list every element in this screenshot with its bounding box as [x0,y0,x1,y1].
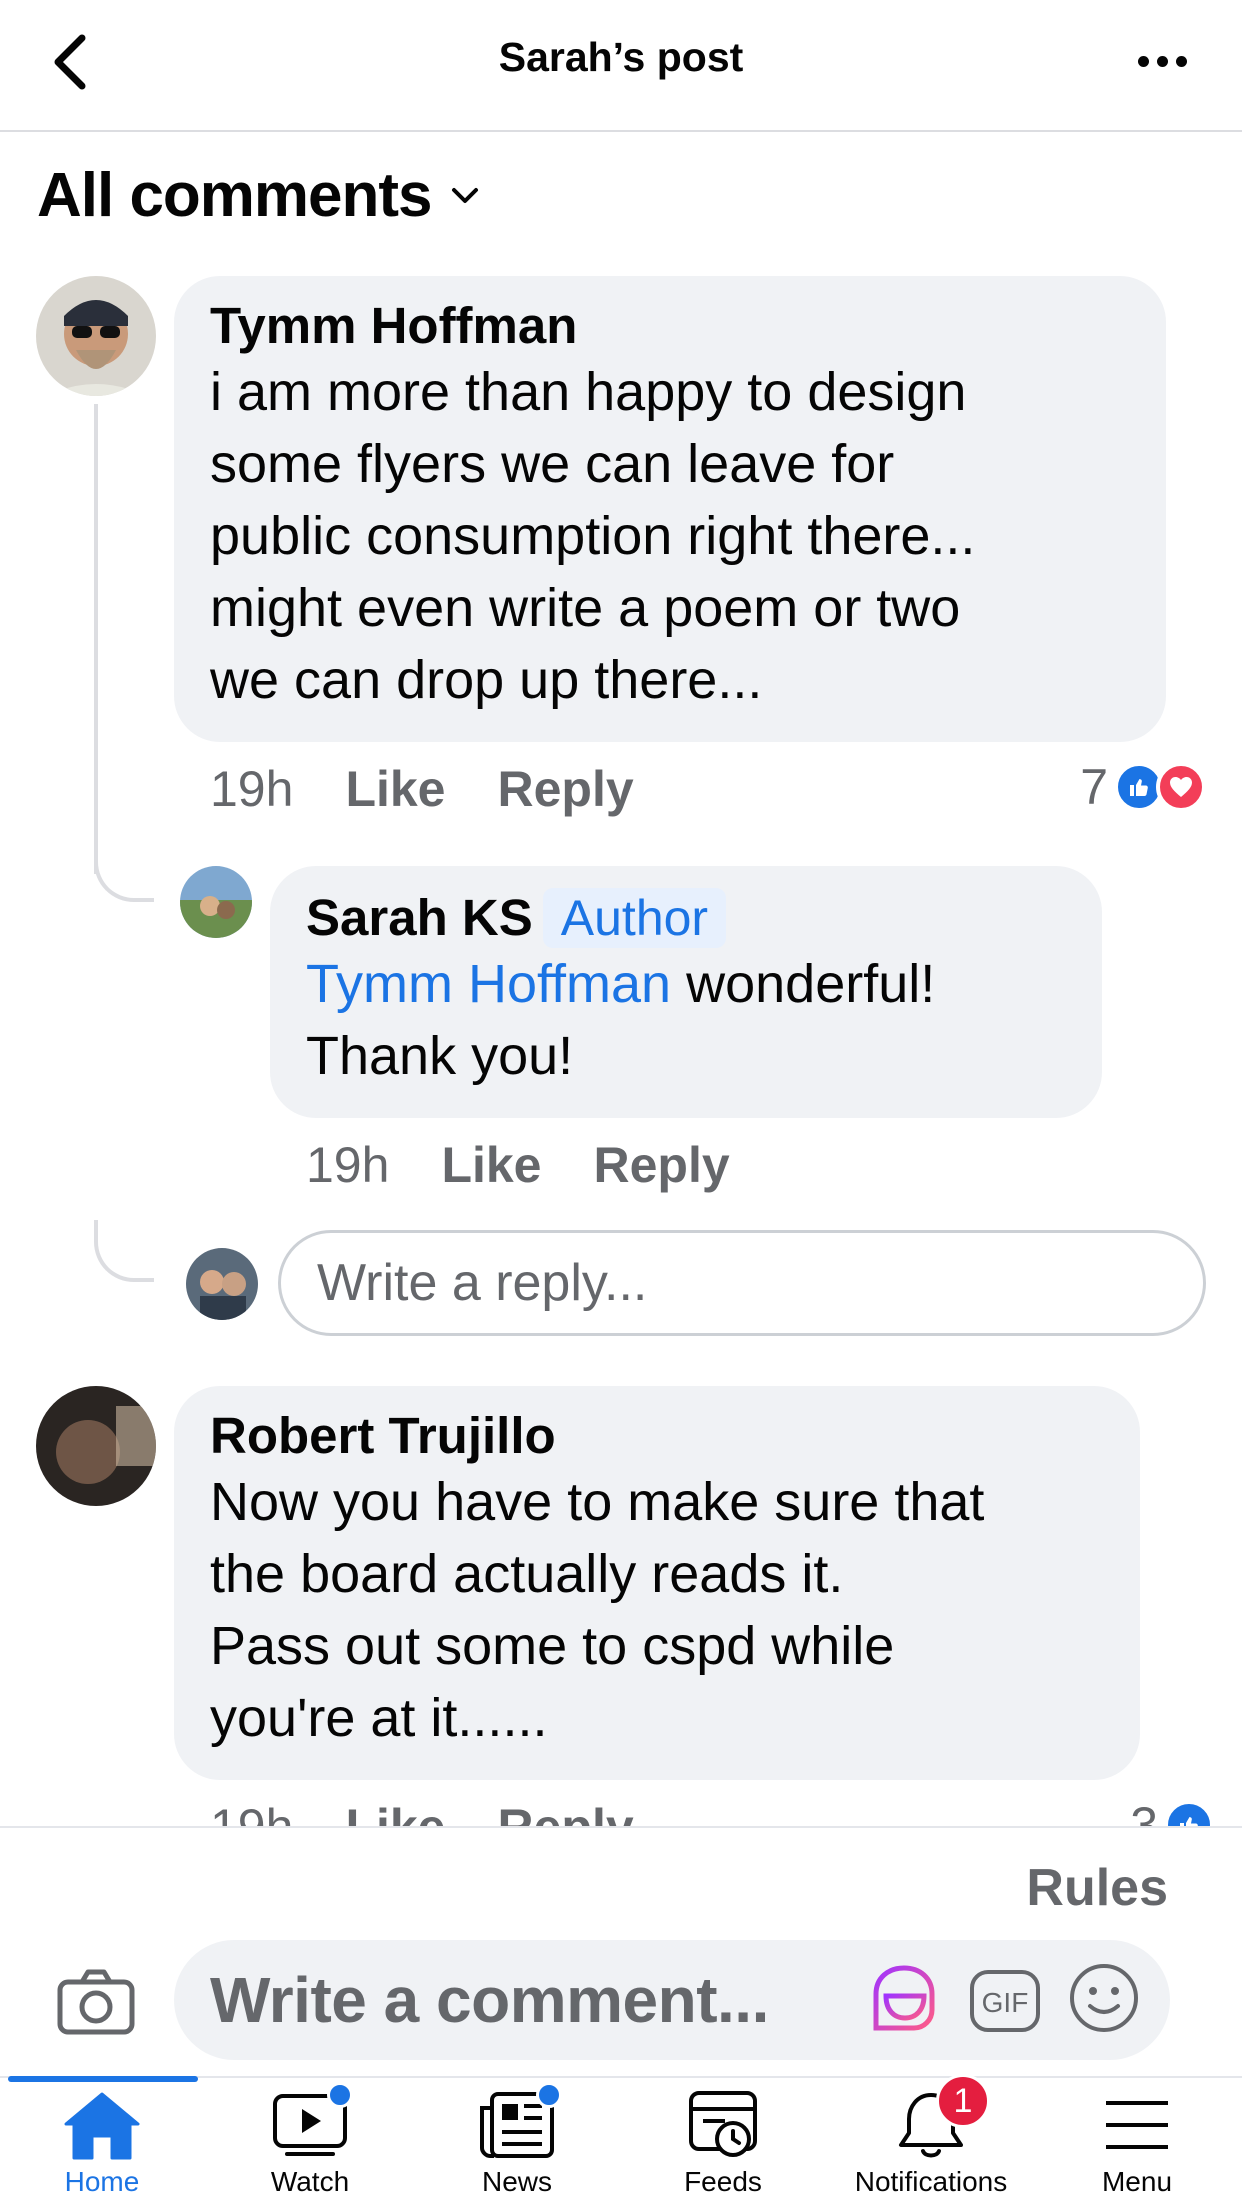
tab-menu[interactable]: Menu [1037,2088,1237,2208]
comment-line: Tymm Hoffman wonderful! [306,948,1066,1020]
tab-feeds[interactable]: Feeds [623,2088,823,2208]
comment-line: the board actually reads it. [210,1544,844,1604]
rules-link[interactable]: Rules [1026,1858,1168,1918]
comment-line: you're at it...... [210,1688,548,1748]
tab-watch[interactable]: Watch [210,2082,410,2208]
current-user-avatar [186,1248,258,1320]
comment-line: Thank you! [306,1026,574,1086]
comment-author[interactable]: Sarah KS [306,888,533,948]
comment-line: some flyers we can leave for [210,434,895,494]
composer-actions: GIF [866,1960,1140,2041]
home-icon [57,2088,147,2162]
active-tab-indicator [8,2076,198,2082]
more-dot-icon [1156,55,1168,67]
reply-button[interactable]: Reply [498,760,634,818]
thread-connector [94,840,154,902]
comment-filter-label: All comments [37,161,433,230]
comment-actions: 19h Like Reply [306,1136,730,1194]
smiley-icon [1070,1964,1138,2032]
gif-button[interactable]: GIF [968,1968,1042,2034]
comment-composer: Rules Write a comment... GIF [0,1826,1242,2076]
comment-placeholder: Write a comment... [210,1964,769,2036]
reply-input[interactable]: Write a reply... [278,1230,1206,1336]
avatar[interactable] [36,276,156,396]
tab-label: Menu [1101,2166,1173,2197]
comment-line: Pass out some to cspd while [210,1616,895,1676]
camera-icon [57,1969,135,2035]
tab-label: News [481,2166,552,2197]
reply-placeholder: Write a reply... [317,1254,648,1312]
bottom-tab-bar: Home Watch News Feeds 1 Notifications Me [0,2074,1242,2208]
comment-bubble: Tymm Hoffman i am more than happy to des… [174,276,1166,742]
comment-author[interactable]: Robert Trujillo [210,1406,556,1466]
comment-bubble: Robert Trujillo Now you have to make sur… [174,1386,1140,1780]
comment-author[interactable]: Tymm Hoffman [210,296,577,356]
comment-bubble: Sarah KS Author Tymm Hoffman wonderful! T… [270,866,1102,1118]
gif-icon: GIF [970,1969,1040,2032]
more-dot-icon [1137,55,1149,67]
comment-line: we can drop up there... [210,650,763,710]
new-content-dot [536,2082,562,2108]
news-icon [472,2082,562,2162]
avatar[interactable] [36,1386,156,1506]
comment-line: might even write a poem or two [210,578,961,638]
more-dot-icon [1175,55,1187,67]
emoji-button[interactable] [1068,1962,1140,2039]
comment-line: Now you have to make sure that [210,1472,985,1532]
reaction-count: 7 [1080,759,1108,815]
feeds-icon [678,2088,768,2162]
like-button[interactable]: Like [345,760,445,818]
comment-input[interactable]: Write a comment... GIF [174,1940,1170,2060]
comment-time: 19h [306,1137,390,1193]
tab-news[interactable]: News [417,2082,617,2208]
notification-count-badge: 1 [936,2074,990,2128]
tab-label: Notifications [854,2166,1008,2197]
reaction-summary[interactable]: 7 [1080,758,1206,816]
user-photo-icon [36,1386,156,1506]
reply-button[interactable]: Reply [594,1136,730,1194]
bell-icon: 1 [886,2074,990,2162]
comment-line: public consumption right there... [210,506,976,566]
watch-icon [265,2082,355,2162]
user-photo-icon [180,866,252,938]
love-reaction-icon [1156,762,1206,812]
like-button[interactable]: Like [441,1136,541,1194]
avatar-sticker-button[interactable] [866,1960,942,2041]
tab-label: Watch [270,2166,350,2197]
more-options-button[interactable] [1122,34,1202,88]
comment-actions: 19h Like Reply [210,760,634,818]
thread-line [94,404,98,874]
hamburger-menu-icon [1092,2088,1182,2162]
avatar-sticker-icon [873,1965,935,2031]
comment-line: i am more than happy to design [210,362,967,422]
top-bar: Sarah’s post [0,0,1242,132]
tab-home[interactable]: Home [2,2088,202,2208]
comment-filter-dropdown[interactable]: All comments [37,160,480,231]
page-title: Sarah’s post [498,34,744,80]
tab-label: Feeds [684,2166,762,2197]
comment-time: 19h [210,761,294,817]
author-badge: Author [542,888,727,948]
comment-text: wonderful! [671,954,936,1014]
mention-link[interactable]: Tymm Hoffman [306,954,671,1014]
tab-notifications[interactable]: 1 Notifications [831,2074,1031,2208]
tab-label: Home [64,2166,140,2197]
svg-text:GIF: GIF [982,1987,1029,2018]
user-photo-icon [186,1248,258,1320]
user-photo-icon [36,276,156,396]
chevron-down-icon [451,187,478,203]
camera-button[interactable] [56,1962,136,2042]
new-content-dot [327,2082,353,2108]
thread-connector [94,1220,154,1282]
avatar[interactable] [180,866,252,938]
